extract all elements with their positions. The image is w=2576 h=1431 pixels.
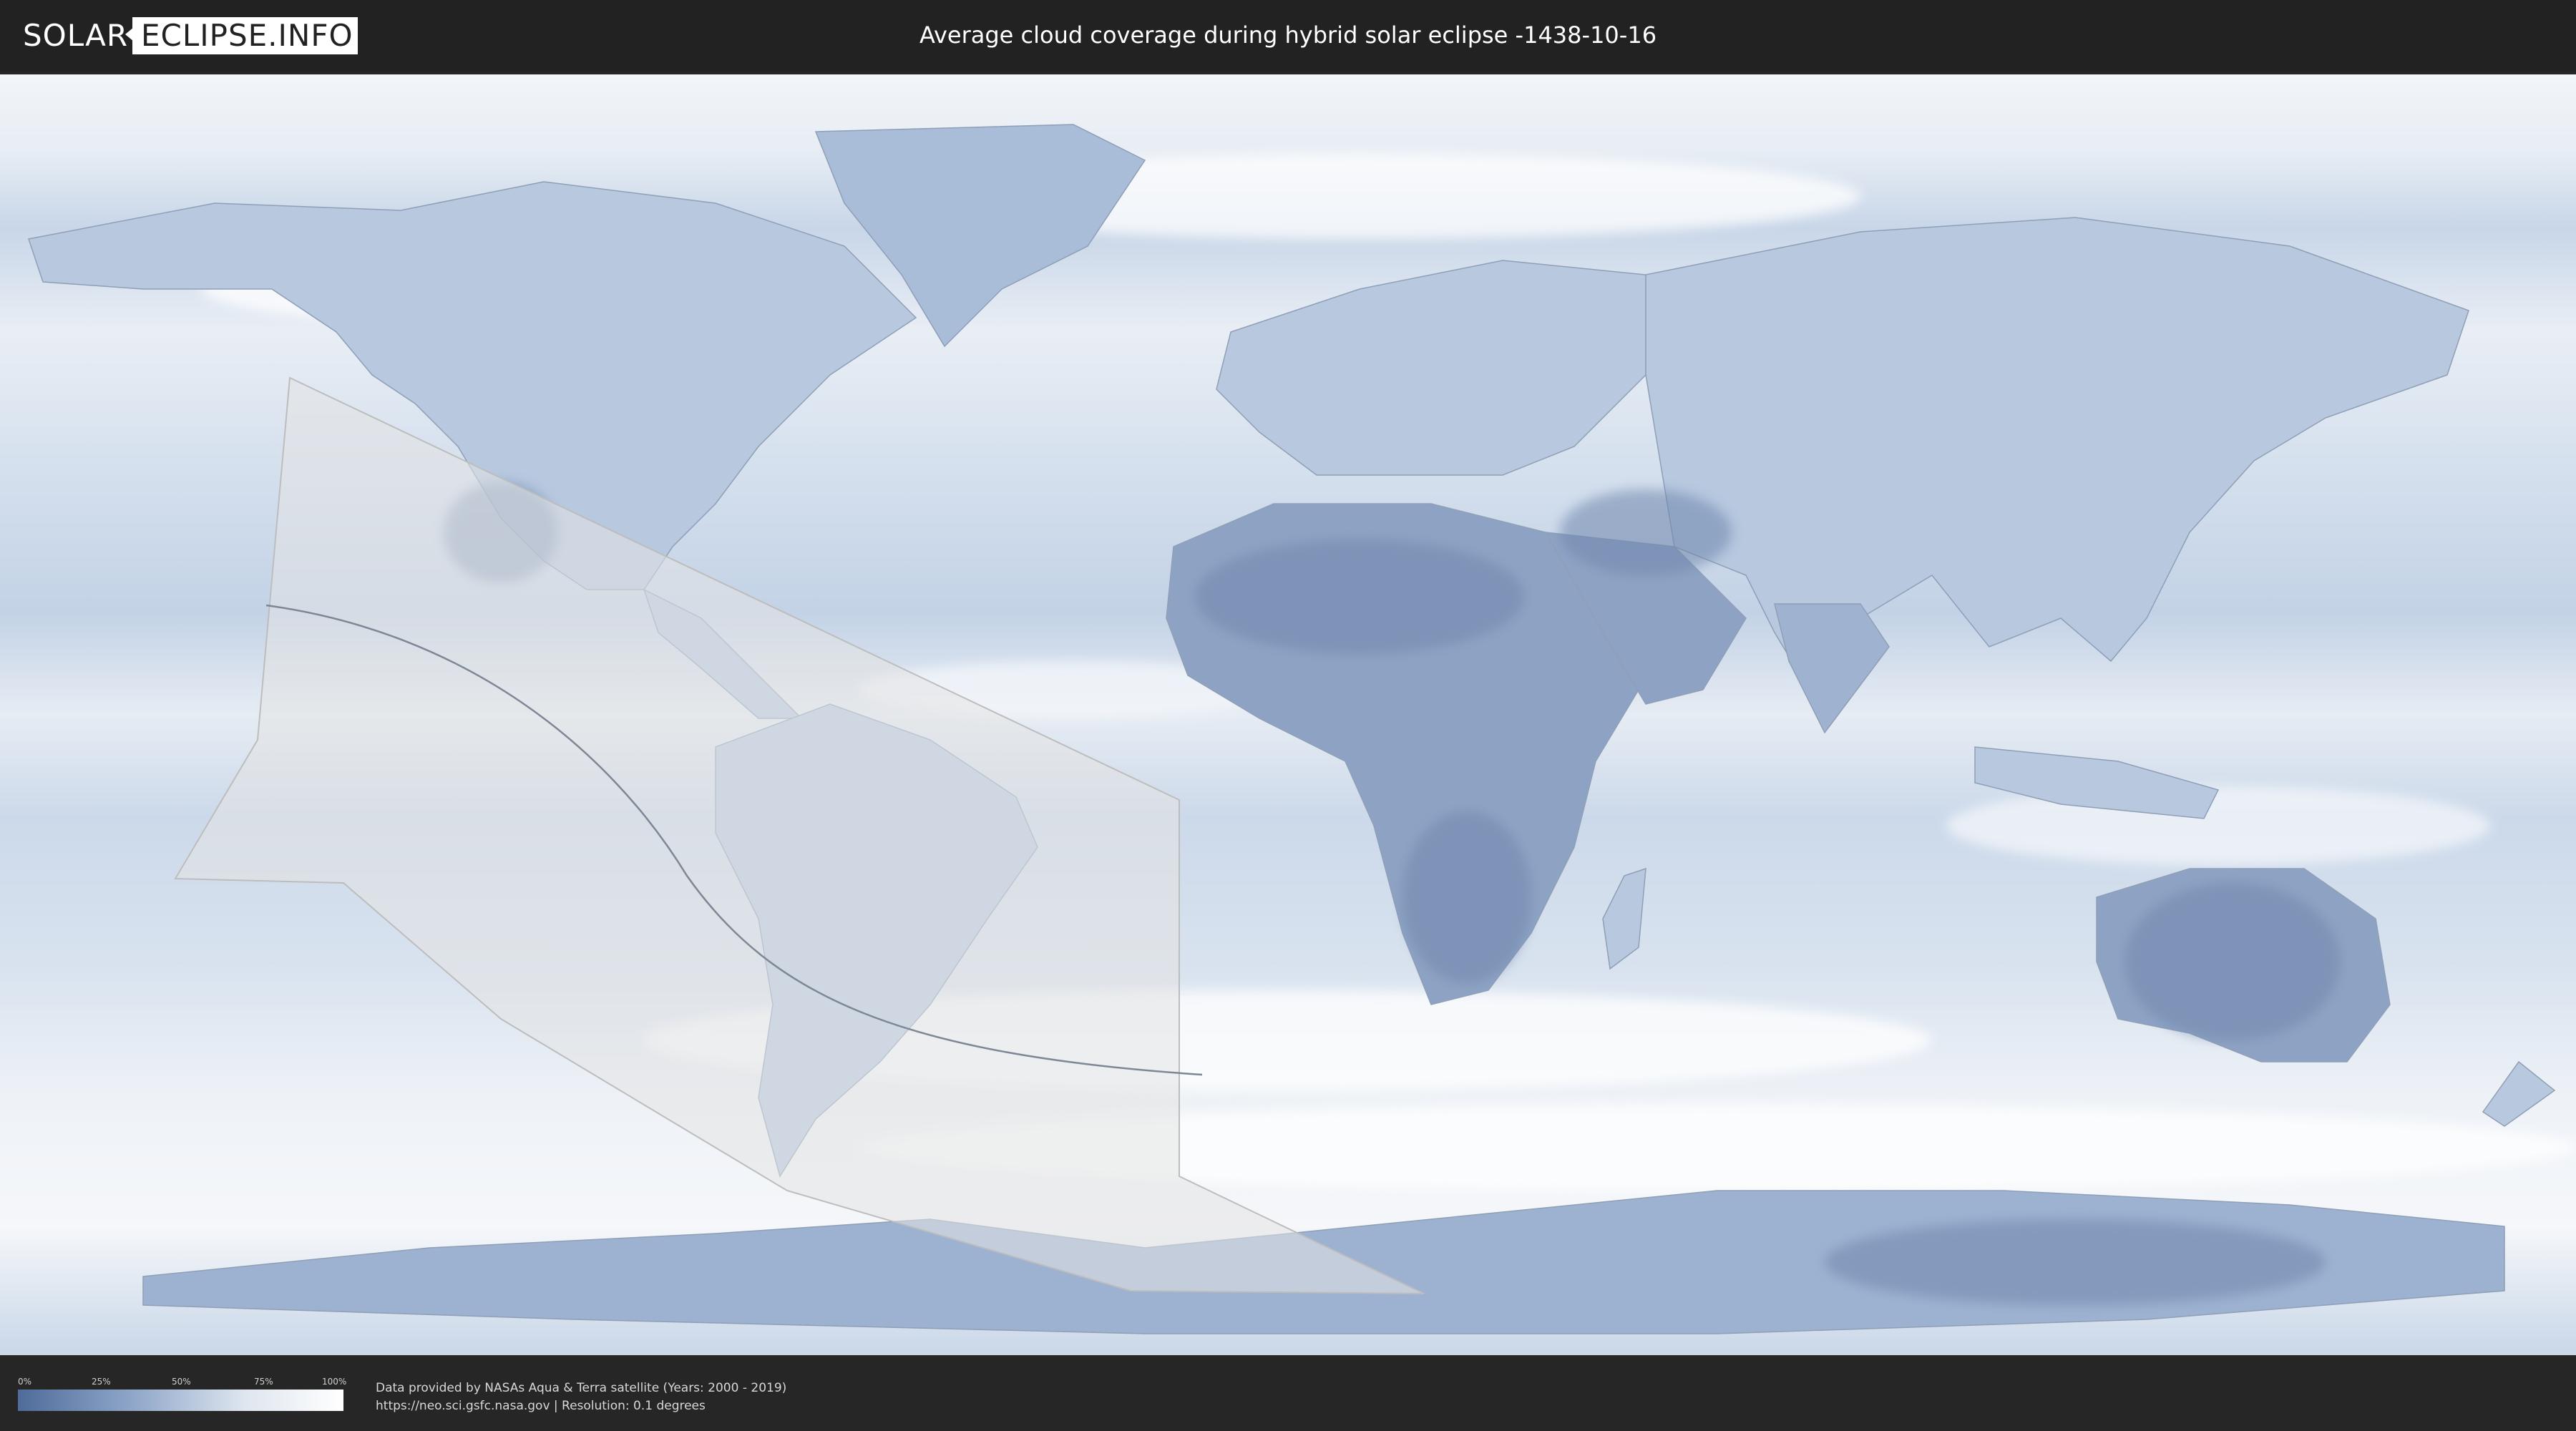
page-title: Average cloud coverage during hybrid sol… [919, 21, 1657, 49]
credit-line-source: Data provided by NASAs Aqua & Terra sate… [376, 1381, 787, 1395]
credit-line-url[interactable]: https://neo.sci.gsfc.nasa.gov | Resoluti… [376, 1397, 786, 1415]
cloud-coverage-legend: 0% 25% 50% 75% 100% [18, 1377, 347, 1411]
legend-ticks: 0% 25% 50% 75% 100% [18, 1377, 347, 1390]
legend-tick-75: 75% [254, 1377, 273, 1387]
header-bar: SOLAR ECLIPSE.INFO Average cloud coverag… [0, 0, 2576, 72]
legend-tick-100: 100% [322, 1377, 347, 1387]
map-svg [0, 74, 2576, 1355]
legend-tick-0: 0% [18, 1377, 32, 1387]
legend-color-bar [18, 1390, 343, 1411]
legend-tick-25: 25% [92, 1377, 111, 1387]
legend-tick-50: 50% [172, 1377, 191, 1387]
cloud-coverage-map[interactable] [0, 74, 2576, 1355]
data-credits: Data provided by NASAs Aqua & Terra sate… [376, 1379, 786, 1415]
